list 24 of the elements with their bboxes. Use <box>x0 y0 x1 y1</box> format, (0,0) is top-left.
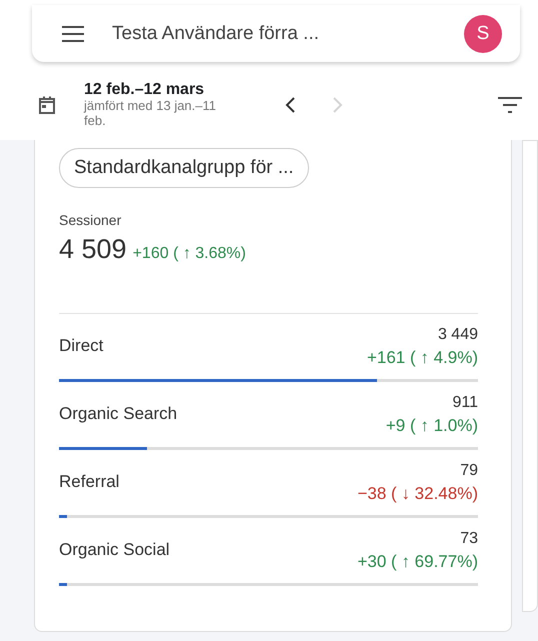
channel-value: 79 <box>459 462 478 480</box>
channel-value: 73 <box>459 530 478 548</box>
menu-icon[interactable] <box>62 26 84 42</box>
filter-icon[interactable] <box>498 97 522 113</box>
channel-change: +9 ( ↑ 1.0%) <box>386 416 478 436</box>
account-avatar[interactable]: S <box>464 14 502 52</box>
channel-name: Organic Social <box>59 540 170 560</box>
comparison-range: jämfört med 13 jan.–11 feb. <box>84 99 217 129</box>
channel-change: +30 ( ↑ 69.77%) <box>358 552 478 572</box>
calendar-icon[interactable] <box>38 96 56 114</box>
channel-name: Direct <box>59 336 104 356</box>
total-change: +160 ( ↑ 3.68%) <box>132 245 246 263</box>
property-title[interactable]: Testa Användare förra ... <box>112 22 436 44</box>
metric-label: Sessioner <box>59 212 122 228</box>
previous-icon[interactable] <box>284 96 296 114</box>
dimension-chip[interactable]: Standardkanalgrupp för ... <box>59 148 309 188</box>
channel-value: 3 449 <box>436 326 478 344</box>
channel-change: −38 ( ↓ 32.48%) <box>358 484 478 504</box>
channel-value: 911 <box>451 394 478 412</box>
channel-name: Organic Search <box>59 404 178 424</box>
channel-change: +161 ( ↑ 4.9%) <box>366 348 478 368</box>
channel-name: Referral <box>59 472 120 492</box>
metric-total: 4 509 <box>59 234 127 265</box>
date-range[interactable]: 12 feb.–12 mars <box>84 81 234 100</box>
